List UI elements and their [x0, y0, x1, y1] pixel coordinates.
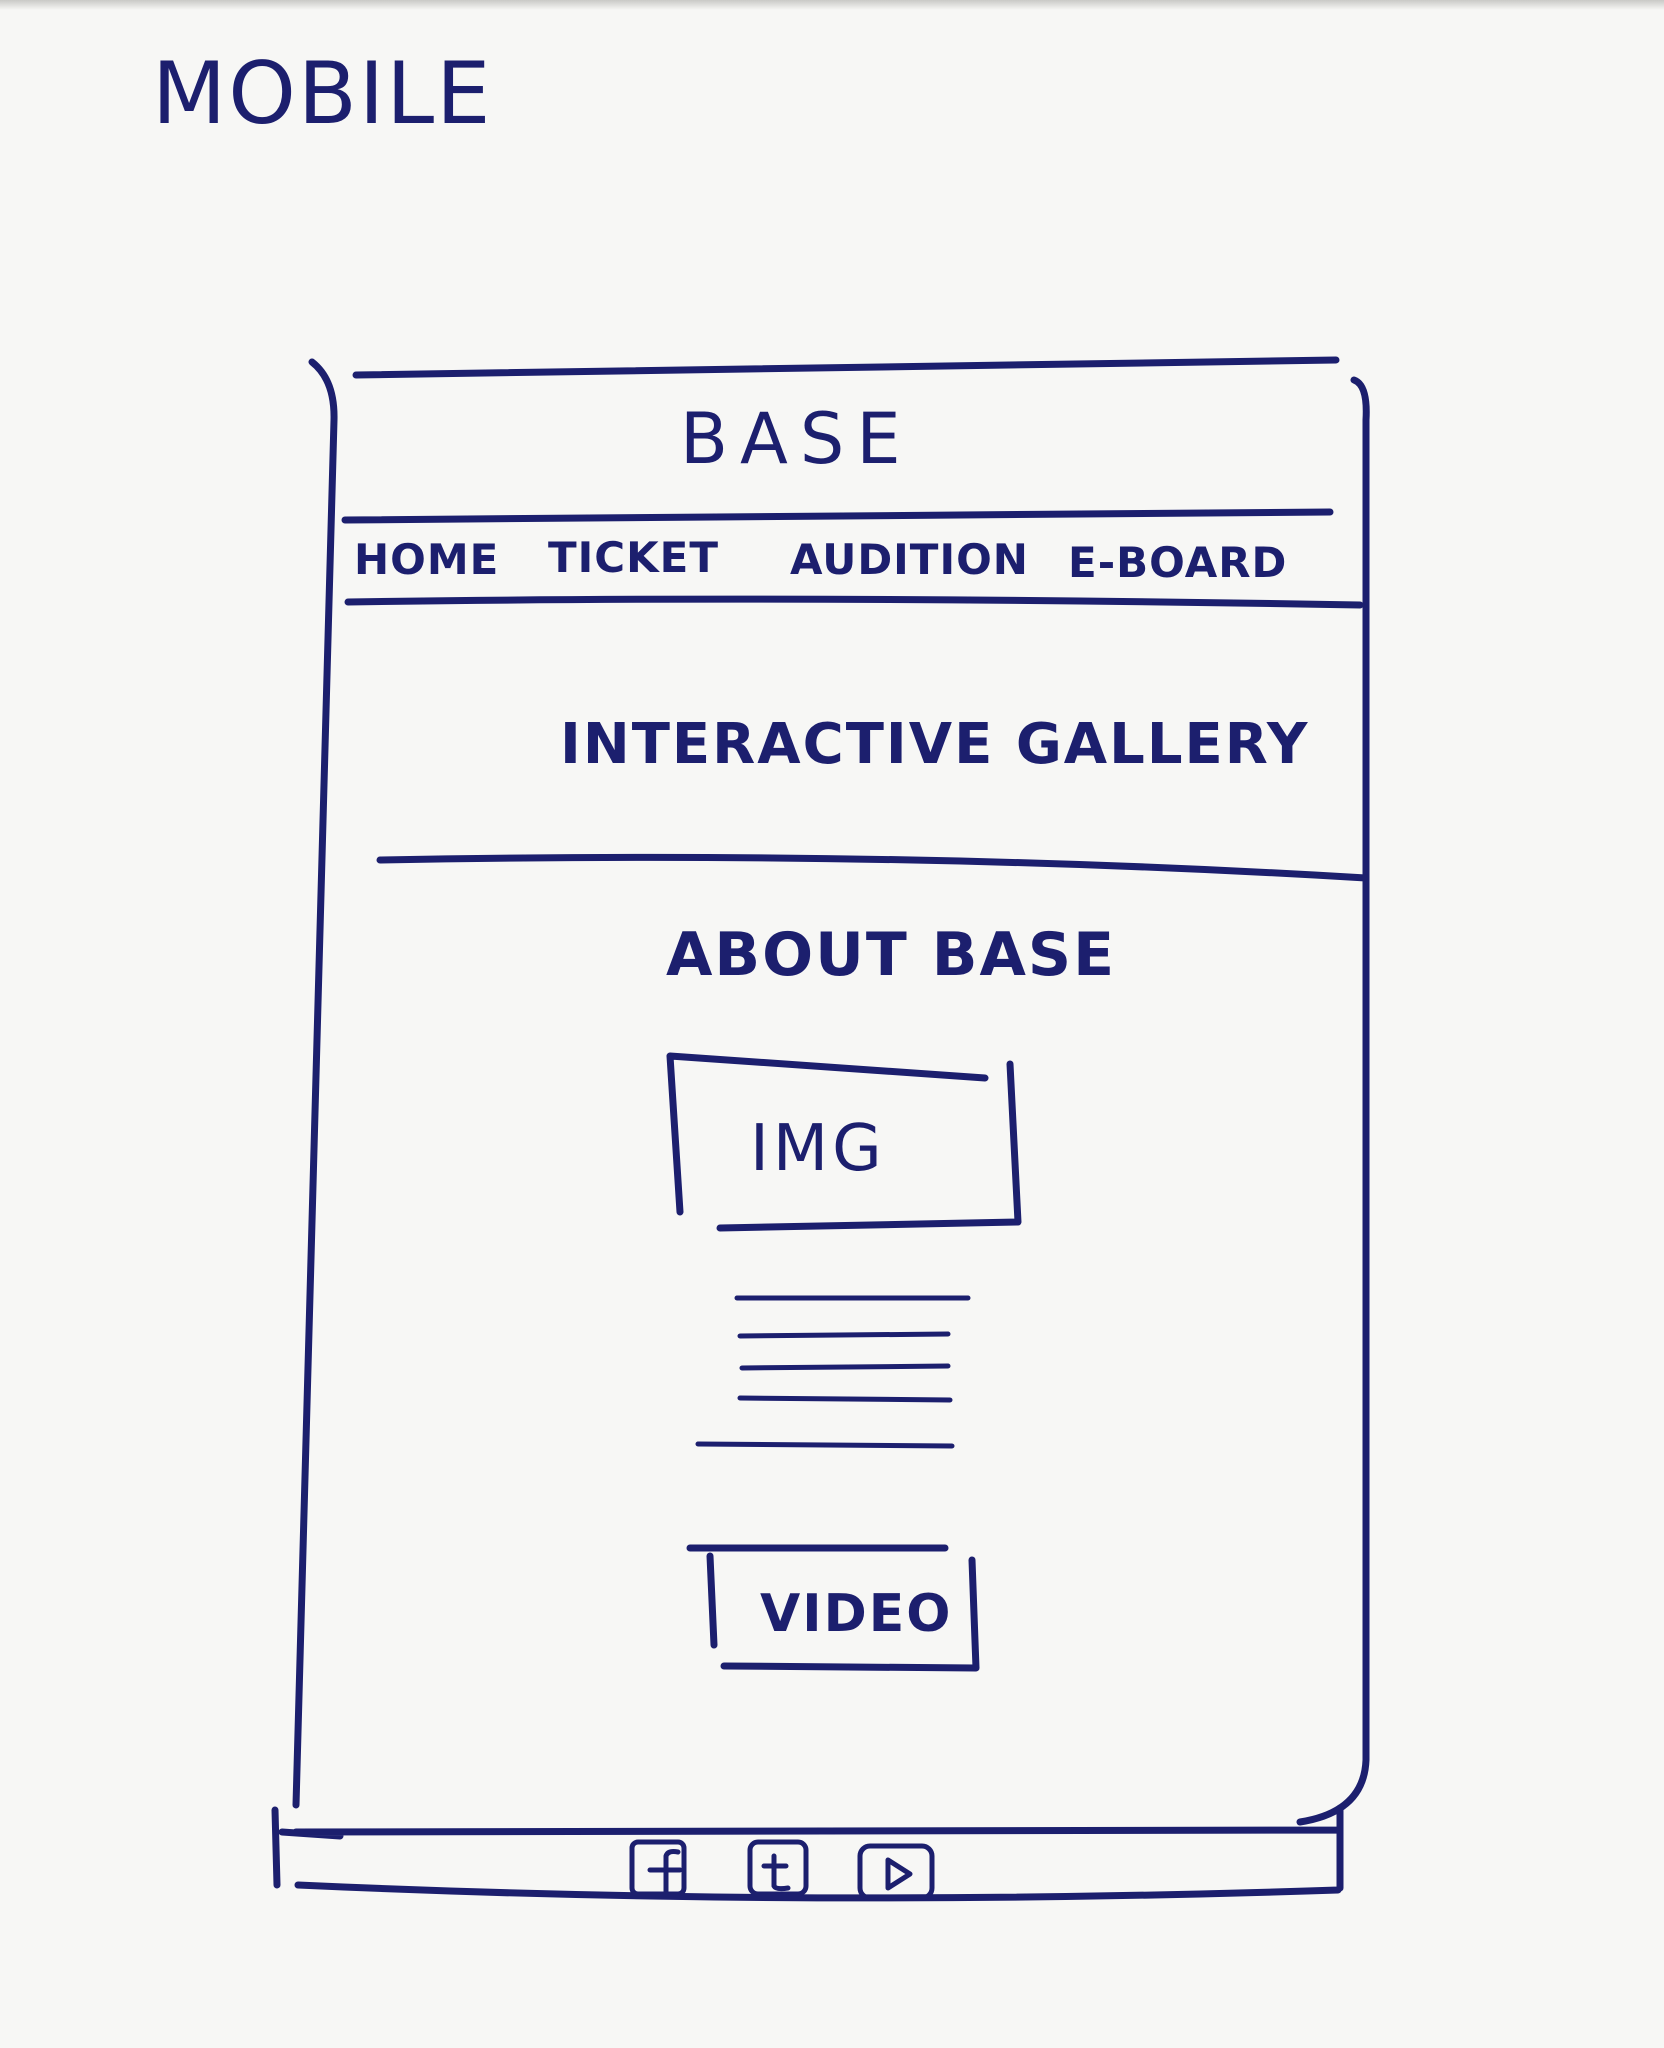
- tumblr-icon: [761, 1853, 791, 1892]
- facebook-icon: [647, 1849, 683, 1897]
- nav-item-eboard[interactable]: E-BOARD: [1068, 538, 1287, 587]
- text-line: [695, 1441, 955, 1449]
- text-line: [737, 1331, 951, 1339]
- hero-gallery[interactable]: INTERACTIVE GALLERY: [560, 712, 1309, 777]
- sheet-title: MOBILE: [152, 44, 493, 144]
- nav-item-audition[interactable]: AUDITION: [790, 535, 1029, 584]
- youtube-icon: [885, 1857, 913, 1891]
- nav-item-ticket[interactable]: TICKET: [548, 533, 719, 582]
- wireframe-sketch: [271, 356, 1370, 1902]
- nav-divider: [344, 595, 1364, 609]
- youtube-icon-box[interactable]: [857, 1843, 935, 1901]
- video-placeholder[interactable]: VIDEO: [760, 1584, 952, 1644]
- hero-divider: [376, 853, 1370, 882]
- header-divider: [341, 508, 1334, 524]
- app-title: BASE: [680, 398, 913, 480]
- section-heading: ABOUT BASE: [666, 920, 1117, 990]
- text-line: [737, 1395, 953, 1403]
- text-line: [739, 1363, 951, 1371]
- nav-item-home[interactable]: HOME: [354, 535, 499, 584]
- image-placeholder: IMG: [750, 1112, 886, 1186]
